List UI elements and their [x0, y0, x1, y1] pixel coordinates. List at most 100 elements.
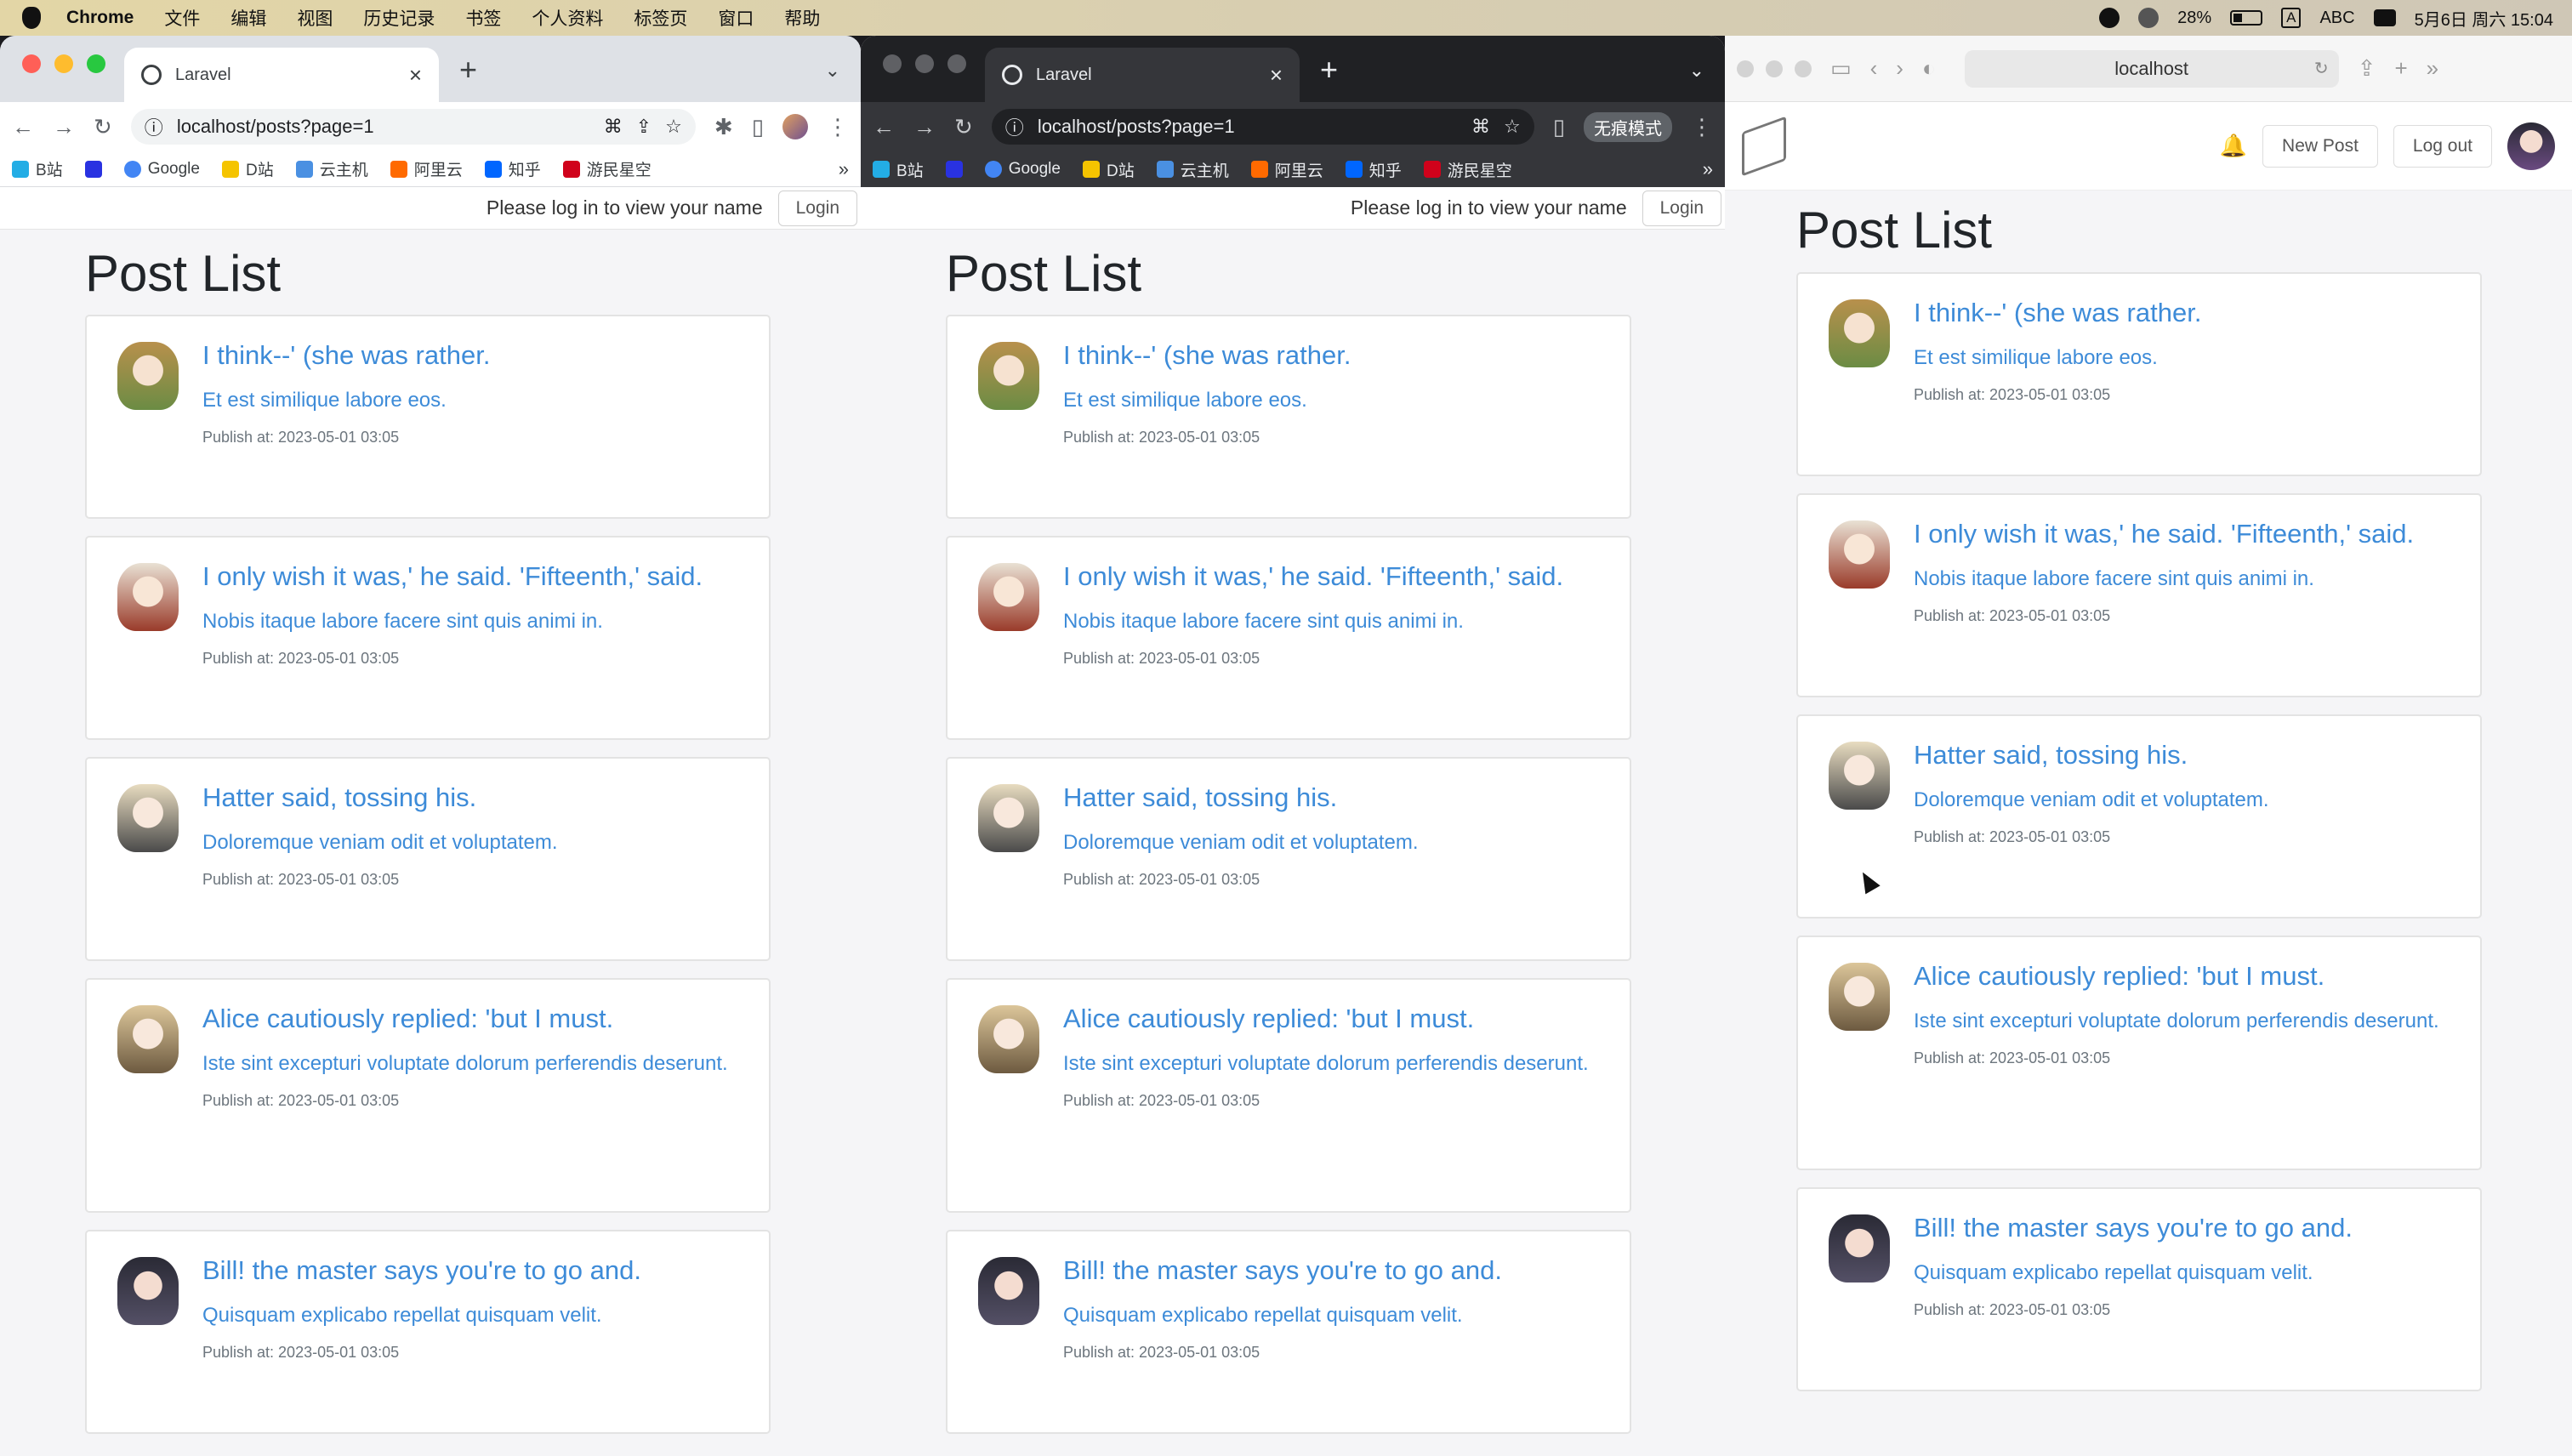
bookmark-baidu[interactable]	[945, 161, 963, 178]
tab-search-chevron-icon[interactable]: ⌄	[825, 60, 840, 82]
address-bar[interactable]: ⓘ localhost/posts?page=1 ⌘ ⇪ ☆	[130, 109, 696, 145]
bookmark-bilibili[interactable]: B站	[12, 157, 63, 180]
forward-icon[interactable]: →	[913, 114, 936, 140]
close-window-button[interactable]	[22, 54, 41, 73]
laravel-logo-icon[interactable]	[1742, 116, 1786, 176]
bookmark-gamersky[interactable]: 游民星空	[1423, 158, 1512, 181]
menubar-datetime[interactable]: 5月6日 周六 15:04	[2415, 6, 2553, 31]
bookmark-zhihu[interactable]: 知乎	[1345, 158, 1402, 181]
apple-icon[interactable]	[22, 7, 41, 29]
menu-history[interactable]: 历史记录	[363, 5, 435, 31]
profile-avatar[interactable]	[782, 114, 808, 139]
post-title-link[interactable]: Bill! the master says you're to go and.	[1914, 1211, 2460, 1245]
address-bar[interactable]: localhost ↻	[1964, 49, 2339, 88]
reload-icon[interactable]: ↻	[2314, 58, 2329, 79]
post-title-link[interactable]: I think--' (she was rather.	[1063, 338, 1609, 373]
bookmark-aliyun[interactable]: 阿里云	[390, 157, 463, 180]
bookmark-star-icon[interactable]: ☆	[665, 116, 682, 138]
url-text[interactable]: localhost	[2114, 58, 2188, 80]
extensions-icon[interactable]: ✱	[714, 114, 733, 140]
share-icon[interactable]: ⇪	[636, 116, 652, 138]
site-info-icon[interactable]: ⓘ	[145, 113, 163, 140]
close-tab-icon[interactable]: ×	[1270, 64, 1283, 86]
bookmark-google[interactable]: Google	[123, 160, 200, 179]
menu-edit[interactable]: 编辑	[230, 5, 266, 31]
incognito-badge[interactable]: 无痕模式	[1584, 111, 1672, 142]
tab-laravel[interactable]: Laravel ×	[124, 48, 439, 102]
side-panel-icon[interactable]: ▯	[752, 114, 764, 140]
zoom-window-button[interactable]	[87, 54, 105, 73]
address-bar[interactable]: ⓘ localhost/posts?page=1 ⌘ ☆	[991, 109, 1534, 145]
login-button[interactable]: Login	[1642, 190, 1721, 226]
tab-overview-icon[interactable]: »	[2427, 55, 2438, 82]
post-title-link[interactable]: Hatter said, tossing his.	[202, 781, 748, 815]
volume-icon[interactable]	[2138, 8, 2159, 28]
bookmark-star-icon[interactable]: ☆	[1504, 116, 1521, 138]
bookmark-cloud-host[interactable]: 云主机	[295, 157, 368, 180]
input-method-badge[interactable]: A	[2281, 8, 2302, 28]
minimize-window-button[interactable]	[915, 54, 934, 73]
tab-search-chevron-icon[interactable]: ⌄	[1689, 60, 1704, 82]
bookmark-gamersky[interactable]: 游民星空	[562, 157, 652, 180]
battery-icon[interactable]	[2230, 10, 2263, 26]
minimize-window-button[interactable]	[1766, 60, 1783, 77]
bookmark-zhihu[interactable]: 知乎	[484, 157, 541, 180]
bookmarks-overflow-icon[interactable]: »	[839, 158, 849, 180]
post-title-link[interactable]: I only wish it was,' he said. 'Fifteenth…	[1914, 517, 2460, 551]
bookmark-aliyun[interactable]: 阿里云	[1250, 158, 1323, 181]
forward-icon[interactable]: ›	[1896, 55, 1903, 82]
zoom-window-button[interactable]	[1795, 60, 1812, 77]
back-icon[interactable]: ←	[12, 114, 34, 140]
translate-icon[interactable]: ⌘	[604, 116, 623, 138]
post-title-link[interactable]: Hatter said, tossing his.	[1063, 781, 1609, 815]
close-window-button[interactable]	[883, 54, 902, 73]
post-title-link[interactable]: Alice cautiously replied: 'but I must.	[202, 1002, 748, 1036]
control-center-icon[interactable]	[2373, 9, 2396, 26]
bookmark-bilibili[interactable]: B站	[873, 158, 924, 181]
post-title-link[interactable]: Hatter said, tossing his.	[1914, 738, 2460, 772]
menu-view[interactable]: 视图	[297, 5, 333, 31]
url-text[interactable]: localhost/posts?page=1	[1038, 116, 1458, 138]
translate-icon[interactable]: ⌘	[1471, 116, 1490, 138]
tab-laravel[interactable]: Laravel ×	[985, 48, 1300, 102]
post-title-link[interactable]: Bill! the master says you're to go and.	[1063, 1254, 1609, 1288]
back-icon[interactable]: ‹	[1870, 55, 1878, 82]
privacy-shield-icon[interactable]: ◐	[1922, 55, 1936, 82]
post-title-link[interactable]: I only wish it was,' he said. 'Fifteenth…	[202, 560, 748, 594]
new-tab-button[interactable]: +	[2394, 55, 2407, 82]
new-tab-button[interactable]: +	[459, 54, 477, 85]
logout-button[interactable]: Log out	[2393, 124, 2492, 168]
site-info-icon[interactable]: ⓘ	[1005, 113, 1024, 140]
post-title-link[interactable]: I think--' (she was rather.	[202, 338, 748, 373]
bookmark-dzhan[interactable]: D站	[1082, 158, 1135, 181]
zoom-window-button[interactable]	[947, 54, 966, 73]
menu-app-name[interactable]: Chrome	[66, 8, 134, 28]
minimize-window-button[interactable]	[54, 54, 73, 73]
new-post-button[interactable]: New Post	[2262, 124, 2378, 168]
bookmark-dzhan[interactable]: D站	[221, 157, 274, 180]
menu-file[interactable]: 文件	[164, 5, 200, 31]
menu-profiles[interactable]: 个人资料	[532, 5, 603, 31]
reload-icon[interactable]: ↻	[94, 114, 112, 140]
post-title-link[interactable]: Alice cautiously replied: 'but I must.	[1063, 1002, 1609, 1036]
menu-bookmarks[interactable]: 书签	[465, 5, 501, 31]
input-method-label[interactable]: ABC	[2319, 9, 2354, 28]
share-icon[interactable]: ⇪	[2358, 55, 2376, 82]
login-button[interactable]: Login	[777, 190, 857, 226]
new-tab-button[interactable]: +	[1320, 54, 1338, 85]
url-text[interactable]: localhost/posts?page=1	[177, 116, 590, 138]
bookmarks-overflow-icon[interactable]: »	[1703, 158, 1713, 180]
bookmark-google[interactable]: Google	[984, 160, 1061, 179]
post-title-link[interactable]: I think--' (she was rather.	[1914, 296, 2460, 330]
menu-help[interactable]: 帮助	[784, 5, 820, 31]
forward-icon[interactable]: →	[53, 114, 75, 140]
sidebar-toggle-icon[interactable]: ▭	[1830, 55, 1852, 82]
bookmark-cloud-host[interactable]: 云主机	[1156, 158, 1229, 181]
bookmark-baidu[interactable]	[84, 160, 102, 178]
close-window-button[interactable]	[1737, 60, 1754, 77]
more-menu-icon[interactable]: ⋮	[827, 114, 849, 140]
post-title-link[interactable]: I only wish it was,' he said. 'Fifteenth…	[1063, 560, 1609, 594]
record-icon[interactable]	[2099, 8, 2120, 28]
menu-window[interactable]: 窗口	[718, 5, 754, 31]
more-menu-icon[interactable]: ⋮	[1691, 114, 1713, 140]
